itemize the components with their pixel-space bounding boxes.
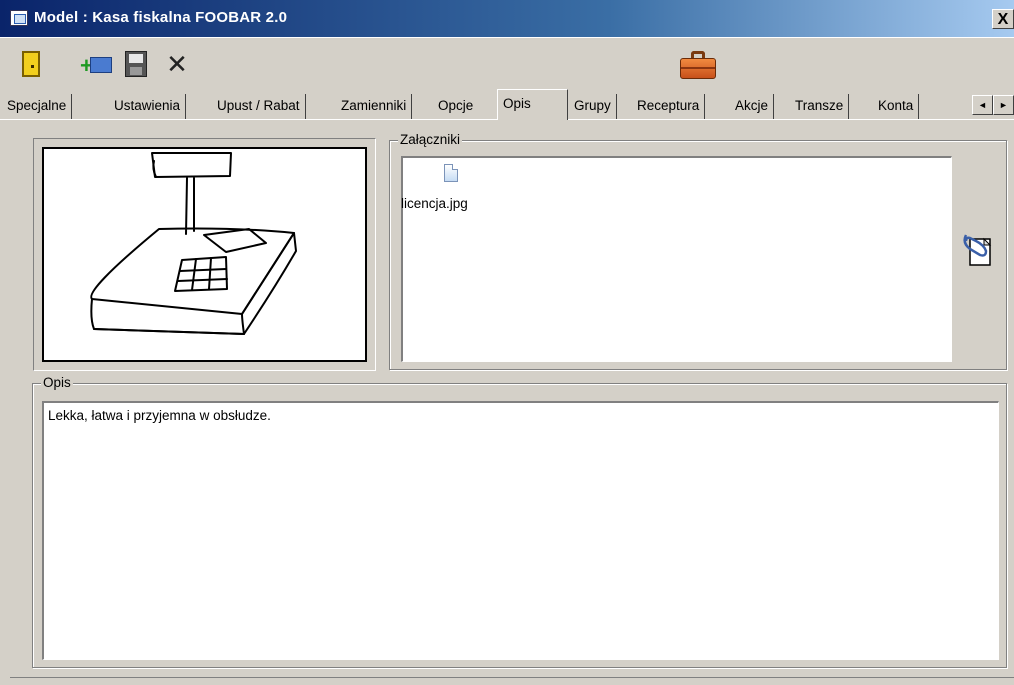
- description-label: Opis: [41, 375, 73, 391]
- attachment-filename: licencja.jpg: [401, 196, 468, 211]
- paperclip-attach-icon[interactable]: [960, 229, 996, 269]
- tab-specjalne[interactable]: Specjalne: [2, 94, 73, 119]
- tab-akcje[interactable]: Akcje: [730, 94, 775, 119]
- cut-scissors-icon[interactable]: ✕: [165, 51, 189, 77]
- tab-scroll-left-button[interactable]: ◄: [972, 95, 993, 115]
- briefcase-icon[interactable]: [680, 51, 716, 79]
- toolbar: + ✕: [0, 39, 1014, 89]
- file-icon: [444, 164, 458, 182]
- bottom-divider: [10, 677, 1014, 678]
- door-exit-icon[interactable]: [22, 51, 40, 77]
- tab-opcje[interactable]: Opcje: [433, 94, 478, 119]
- tab-zamienniki[interactable]: Zamienniki: [336, 94, 413, 119]
- tab-ustawienia[interactable]: Ustawienia: [109, 94, 187, 119]
- app-window-icon: [10, 10, 28, 26]
- tab-upust-rabat[interactable]: Upust / Rabat: [212, 94, 306, 119]
- cash-register-sketch: [90, 152, 297, 335]
- save-disk-icon[interactable]: [125, 51, 147, 77]
- list-item[interactable]: licencja.jpg: [401, 164, 503, 214]
- tab-strip: Specjalne Ustawienia Upust / Rabat Zamie…: [0, 89, 1014, 120]
- attachments-list[interactable]: licencja.jpg: [401, 156, 952, 362]
- tab-receptura[interactable]: Receptura: [632, 94, 706, 119]
- product-image[interactable]: [42, 147, 367, 362]
- window-title: Model : Kasa fiskalna FOOBAR 2.0: [34, 9, 288, 26]
- tab-transze[interactable]: Transze: [790, 94, 850, 119]
- add-box-icon[interactable]: +: [80, 51, 114, 77]
- tab-scroll-buttons: ◄ ►: [972, 95, 1014, 115]
- attachments-group: Załączniki licencja.jpg: [389, 132, 1007, 370]
- attachments-label: Załączniki: [398, 132, 463, 148]
- tab-scroll-right-button[interactable]: ►: [993, 95, 1014, 115]
- tab-grupy[interactable]: Grupy: [569, 94, 617, 119]
- tab-opis[interactable]: Opis: [497, 89, 568, 120]
- image-panel: [33, 138, 376, 371]
- description-group: Opis Lekka, łatwa i przyjemna w obsłudze…: [32, 375, 1007, 668]
- close-button[interactable]: X: [992, 9, 1014, 29]
- tab-konta[interactable]: Konta: [873, 94, 920, 119]
- window-titlebar: Model : Kasa fiskalna FOOBAR 2.0 X: [0, 0, 1014, 38]
- description-textarea[interactable]: Lekka, łatwa i przyjemna w obsłudze.: [42, 401, 999, 660]
